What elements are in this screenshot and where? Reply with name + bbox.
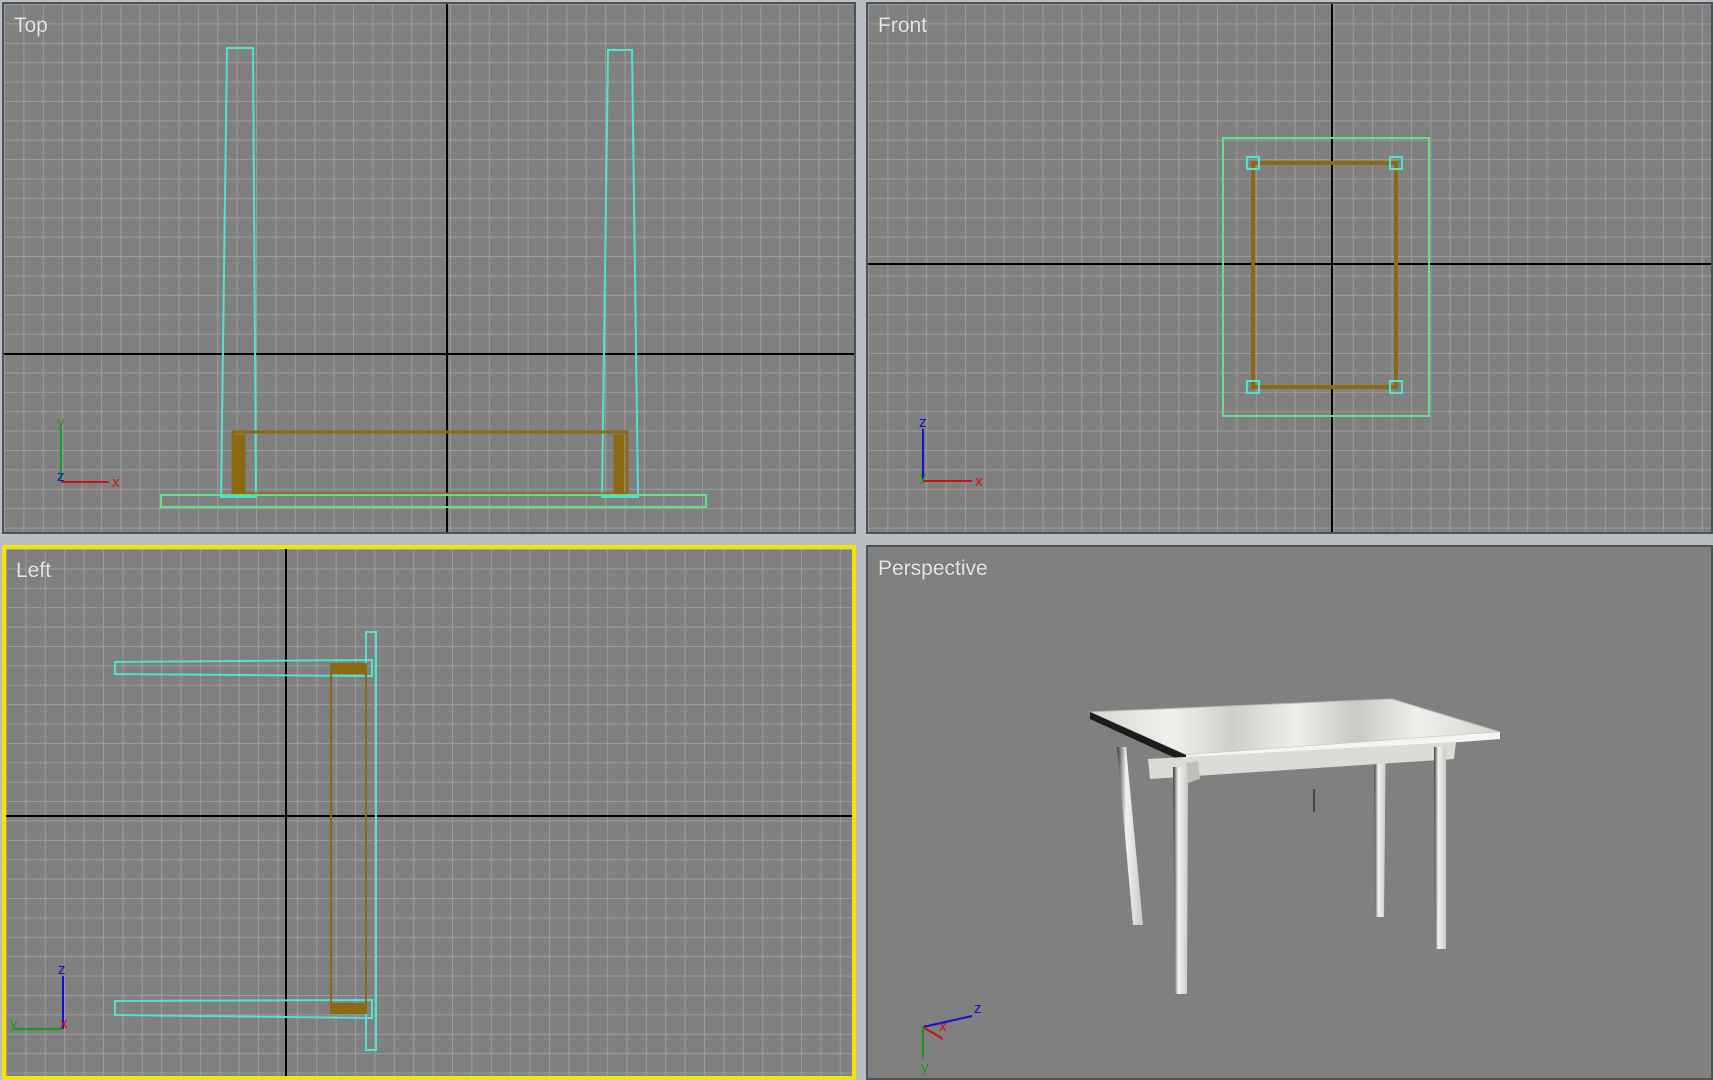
persp-axis-x-label: x	[939, 1018, 947, 1035]
perspective-leg-back-left	[1117, 747, 1143, 925]
viewport-label-top[interactable]: Top	[14, 14, 48, 38]
front-axis-y-label: y	[919, 468, 927, 485]
viewport-perspective[interactable]: z x y Perspective	[866, 545, 1713, 1080]
perspective-leg-front-right	[1434, 747, 1446, 949]
left-axis-z-label: z	[58, 961, 66, 978]
top-table-leg-wire-right	[600, 49, 640, 498]
front-axis-z-label: z	[919, 414, 927, 431]
top-axis-tripod: x y z	[57, 414, 120, 491]
top-scene: x y z	[4, 4, 854, 532]
top-axis-x-label: x	[112, 474, 120, 491]
perspective-scene: z x y	[921, 698, 1501, 1076]
left-table-top-wire	[365, 631, 377, 1051]
top-axis-y-label: y	[57, 414, 65, 431]
front-scene: x z y	[868, 4, 1711, 532]
front-axis-tripod: x z y	[919, 414, 983, 490]
front-axis-x-label: x	[975, 473, 983, 490]
persp-axis-z-label: z	[974, 1000, 982, 1017]
persp-axis-y-label: y	[921, 1059, 929, 1076]
viewport-left[interactable]: z y x Left	[2, 545, 856, 1080]
top-table-leg-inner-left	[234, 434, 246, 494]
perspective-axis-tripod: z x y	[921, 1000, 982, 1076]
viewport-label-perspective[interactable]: Perspective	[878, 557, 988, 581]
perspective-apron-side	[1186, 761, 1200, 783]
top-table-leg-wire-left	[219, 47, 258, 498]
viewport-label-left[interactable]: Left	[16, 559, 51, 583]
viewport-top[interactable]: x y z Top	[2, 2, 856, 534]
left-table-apron-wire	[330, 663, 367, 1012]
perspective-table-model	[1089, 698, 1501, 994]
left-axis-tripod: z y x	[10, 961, 68, 1032]
left-axis-x-label: x	[60, 1015, 68, 1032]
top-table-apron-wire	[231, 430, 629, 496]
left-scene: z y x	[6, 549, 852, 1076]
perspective-leg-front-left	[1173, 767, 1188, 994]
front-table-top-wire	[1251, 161, 1398, 389]
top-axis-z-label: z	[57, 468, 65, 485]
left-table-apron-top	[330, 663, 367, 674]
left-table-apron-bottom	[330, 1003, 367, 1014]
viewport-front[interactable]: x z y Front	[866, 2, 1713, 534]
left-axis-y-label: y	[10, 1015, 18, 1032]
viewport-label-front[interactable]: Front	[878, 14, 927, 38]
top-table-leg-inner-right	[613, 434, 625, 494]
